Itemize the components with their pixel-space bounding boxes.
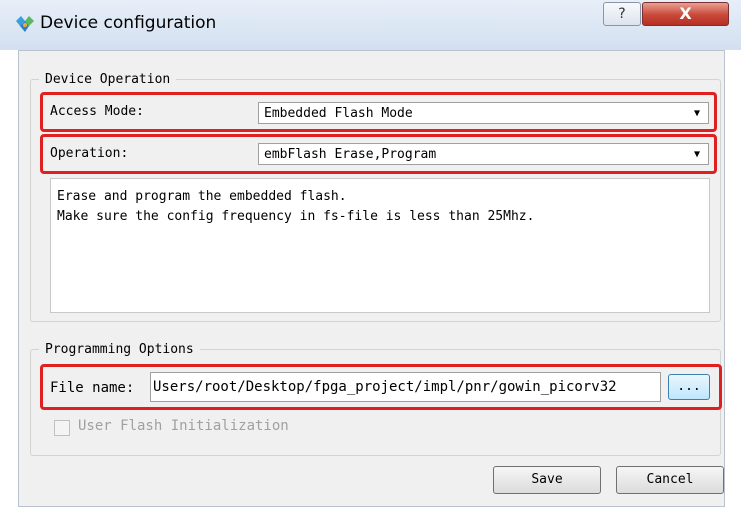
close-button[interactable]: X: [642, 2, 729, 26]
chevron-down-icon: ▼: [693, 108, 700, 119]
browse-button[interactable]: ...: [668, 374, 710, 400]
file-name-label: File name:: [50, 380, 135, 396]
device-operation-legend: Device Operation: [45, 72, 171, 87]
programming-options-legend: Programming Options: [45, 342, 194, 357]
window-title: Device configuration: [40, 13, 217, 33]
user-flash-checkbox[interactable]: [54, 420, 70, 436]
operation-select[interactable]: embFlash Erase,Program ▼: [258, 143, 709, 165]
access-mode-select[interactable]: Embedded Flash Mode ▼: [258, 102, 709, 124]
operation-value: embFlash Erase,Program: [264, 147, 437, 162]
chevron-down-icon: ▼: [693, 149, 700, 160]
cancel-button[interactable]: Cancel: [616, 466, 724, 494]
user-flash-label: User Flash Initialization: [78, 418, 289, 434]
operation-description: Erase and program the embedded flash. Ma…: [50, 178, 710, 313]
file-name-input[interactable]: Users/root/Desktop/fpga_project/impl/pnr…: [150, 372, 661, 402]
access-mode-label: Access Mode:: [50, 104, 144, 119]
help-button[interactable]: ?: [603, 2, 641, 26]
save-button[interactable]: Save: [493, 466, 601, 494]
title-bar: Device configuration ? X: [0, 0, 741, 50]
operation-label: Operation:: [50, 146, 129, 161]
app-icon: [16, 16, 34, 32]
access-mode-value: Embedded Flash Mode: [264, 106, 413, 121]
